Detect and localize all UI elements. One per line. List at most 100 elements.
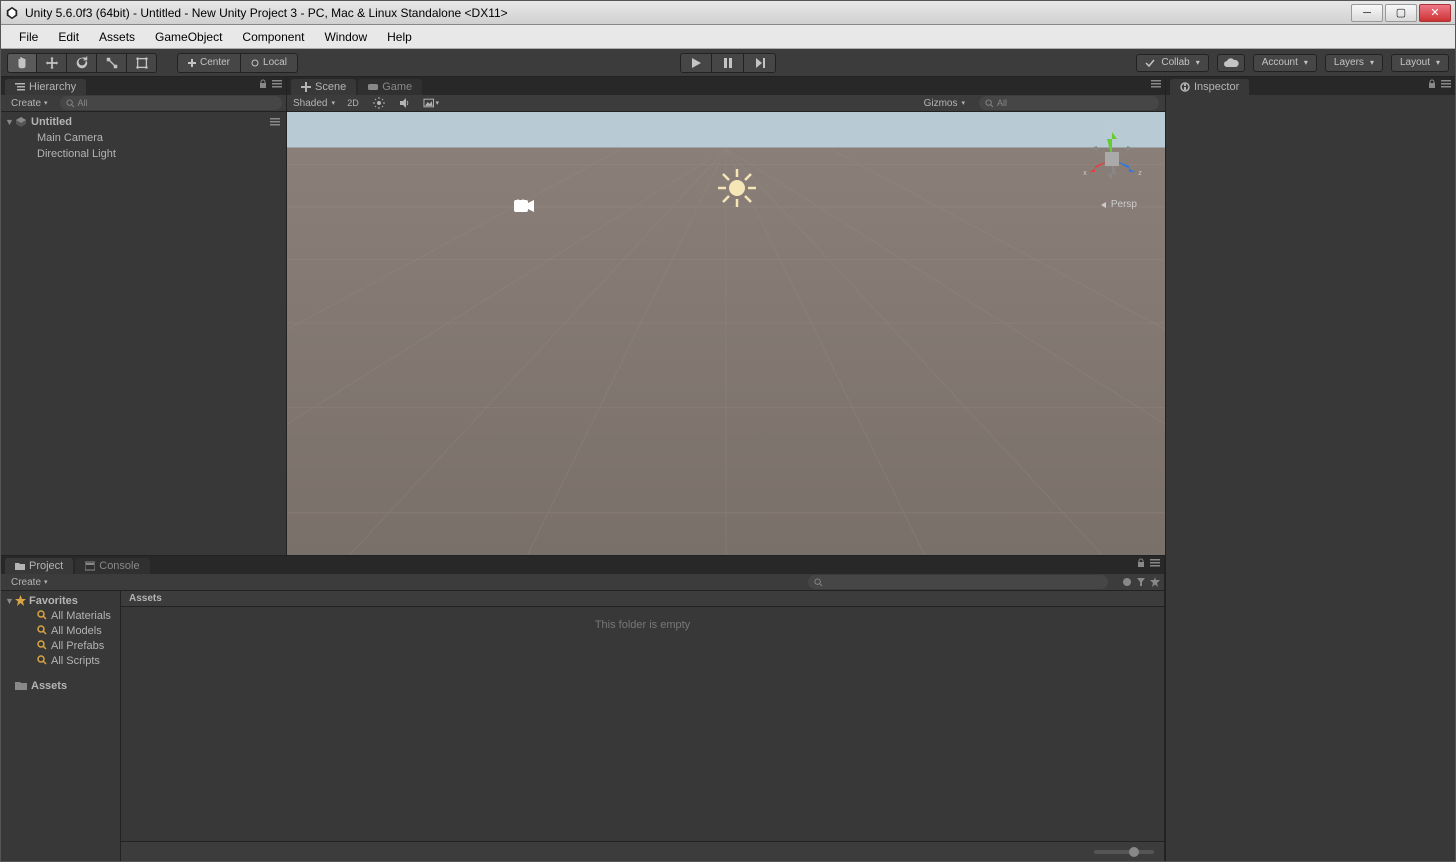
project-search-input[interactable]	[808, 575, 1108, 589]
panel-menu-icon[interactable]	[1441, 79, 1451, 89]
menu-edit[interactable]: Edit	[48, 27, 89, 47]
inspector-body	[1166, 95, 1455, 861]
layout-label: Layout	[1400, 57, 1430, 68]
dropdown-arrow-icon: ▾	[1436, 58, 1440, 67]
title-bar[interactable]: Unity 5.6.0f3 (64bit) - Untitled - New U…	[1, 1, 1455, 25]
app-window: Unity 5.6.0f3 (64bit) - Untitled - New U…	[0, 0, 1456, 862]
lock-icon[interactable]	[1136, 558, 1146, 568]
assets-row[interactable]: Assets	[1, 678, 120, 693]
mode-2d-toggle[interactable]: 2D	[345, 96, 361, 110]
panel-menu-icon[interactable]	[1150, 558, 1160, 568]
favorite-item[interactable]: All Materials	[1, 608, 120, 623]
rotate-tool-button[interactable]	[67, 53, 97, 73]
orientation-gizmo[interactable]: y x z Persp	[1077, 124, 1147, 204]
favorite-item[interactable]: All Models	[1, 623, 120, 638]
main-camera-gizmo[interactable]	[512, 197, 536, 218]
favorite-save-icon[interactable]	[1150, 577, 1160, 587]
project-create-button[interactable]: Create ▾	[5, 577, 54, 588]
step-button[interactable]	[744, 53, 776, 73]
scale-icon	[105, 56, 119, 70]
hierarchy-create-button[interactable]: Create ▾	[5, 98, 54, 109]
slider-thumb[interactable]	[1129, 847, 1139, 857]
axis-z-label: z	[1138, 170, 1142, 177]
layers-label: Layers	[1334, 57, 1364, 68]
shaded-dropdown[interactable]: Shaded ▾	[293, 98, 335, 109]
directional-light-gizmo[interactable]	[716, 167, 758, 212]
scene-menu-icon[interactable]	[270, 117, 280, 127]
folder-icon	[15, 681, 27, 691]
persp-label[interactable]: Persp	[1100, 199, 1137, 210]
scene-viewport[interactable]: y x z Persp	[287, 112, 1165, 555]
assets-label: Assets	[31, 680, 67, 692]
fx-toggle[interactable]: ▾	[423, 96, 439, 110]
center-icon	[188, 59, 196, 67]
expand-icon[interactable]: ▼	[5, 596, 15, 606]
hierarchy-item[interactable]: Directional Light	[1, 146, 286, 162]
audio-icon	[399, 97, 411, 109]
scale-tool-button[interactable]	[97, 53, 127, 73]
pivot-center-button[interactable]: Center	[177, 53, 241, 73]
hierarchy-icon	[15, 82, 25, 92]
search-icon	[814, 578, 823, 587]
menu-component[interactable]: Component	[232, 27, 314, 47]
unity-scene-icon	[15, 116, 27, 128]
scene-panel: Scene Game Shaded	[287, 77, 1165, 555]
filter-asset-icon[interactable]	[1122, 577, 1132, 587]
tab-inspector[interactable]: Inspector	[1170, 79, 1249, 95]
collab-button[interactable]: Collab ▾	[1136, 54, 1208, 72]
folder-icon	[15, 561, 25, 571]
menu-window[interactable]: Window	[314, 27, 377, 47]
minimize-button[interactable]: ─	[1351, 4, 1383, 22]
menu-assets[interactable]: Assets	[89, 27, 145, 47]
lock-icon[interactable]	[1427, 79, 1437, 89]
hand-tool-button[interactable]	[7, 53, 37, 73]
audio-toggle[interactable]	[397, 96, 413, 110]
create-label: Create	[11, 577, 41, 588]
hierarchy-search-input[interactable]: All	[60, 96, 282, 110]
scene-search-input[interactable]: All	[979, 96, 1159, 110]
lock-icon[interactable]	[258, 79, 268, 89]
cloud-button[interactable]	[1217, 54, 1245, 72]
menu-file[interactable]: File	[9, 27, 48, 47]
cloud-icon	[1223, 58, 1239, 68]
lighting-toggle[interactable]	[371, 96, 387, 110]
play-button[interactable]	[680, 53, 712, 73]
move-tool-button[interactable]	[37, 53, 67, 73]
panel-menu-icon[interactable]	[272, 79, 282, 89]
account-button[interactable]: Account ▾	[1253, 54, 1317, 72]
expand-icon[interactable]: ▼	[5, 117, 15, 127]
search-icon	[66, 99, 75, 108]
close-button[interactable]: ✕	[1419, 4, 1451, 22]
favorite-item[interactable]: All Scripts	[1, 653, 120, 668]
game-tab-label: Game	[382, 81, 412, 93]
breadcrumb[interactable]: Assets	[121, 591, 1164, 607]
play-icon	[690, 57, 702, 69]
pause-button[interactable]	[712, 53, 744, 73]
pivot-local-button[interactable]: Local	[241, 53, 298, 73]
tab-scene[interactable]: Scene	[291, 79, 356, 95]
panel-menu-icon[interactable]	[1151, 79, 1161, 89]
layers-button[interactable]: Layers ▾	[1325, 54, 1383, 72]
hand-icon	[15, 56, 29, 70]
favorite-item[interactable]: All Prefabs	[1, 638, 120, 653]
tab-project[interactable]: Project	[5, 558, 73, 574]
search-icon	[985, 99, 994, 108]
tab-hierarchy[interactable]: Hierarchy	[5, 79, 86, 95]
gizmos-dropdown[interactable]: Gizmos ▾	[924, 98, 965, 109]
menu-gameobject[interactable]: GameObject	[145, 27, 232, 47]
tab-console[interactable]: Console	[75, 558, 149, 574]
axis-y-label: y	[1110, 125, 1114, 132]
icon-size-slider[interactable]	[1094, 850, 1154, 854]
favorites-row[interactable]: ▼ Favorites	[1, 593, 120, 608]
layout-button[interactable]: Layout ▾	[1391, 54, 1449, 72]
hierarchy-item[interactable]: Main Camera	[1, 130, 286, 146]
maximize-button[interactable]: ▢	[1385, 4, 1417, 22]
menu-help[interactable]: Help	[377, 27, 422, 47]
project-footer	[121, 841, 1164, 861]
filter-type-icon[interactable]	[1136, 577, 1146, 587]
tab-game[interactable]: Game	[358, 79, 422, 95]
search-placeholder: All	[78, 98, 88, 108]
scene-row[interactable]: ▼ Untitled	[1, 114, 286, 130]
create-label: Create	[11, 98, 41, 109]
rect-tool-button[interactable]	[127, 53, 157, 73]
